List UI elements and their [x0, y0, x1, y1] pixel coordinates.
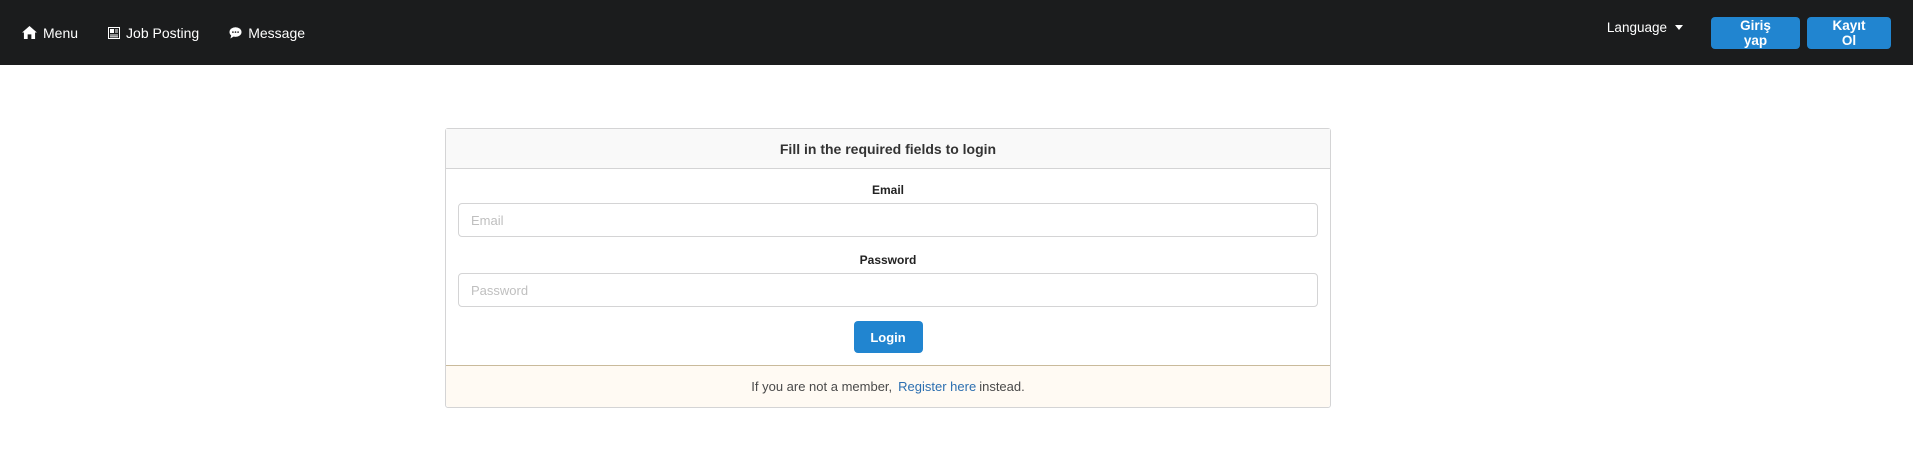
- email-field[interactable]: [458, 203, 1318, 237]
- nav-item-menu[interactable]: Menu: [22, 25, 78, 41]
- login-button[interactable]: Login: [853, 321, 923, 353]
- nav-item-label: Menu: [43, 24, 79, 41]
- nav-item-label: Job Posting: [126, 24, 200, 41]
- login-form: Email Password Login: [446, 169, 1330, 365]
- newspaper-icon: [108, 26, 121, 39]
- nav-item-label: Message: [248, 24, 306, 41]
- password-label: Password: [859, 253, 917, 267]
- nav-item-message[interactable]: Message: [229, 25, 305, 41]
- register-message-text: If you are not a member,: [751, 379, 893, 394]
- login-nav-button[interactable]: Giriş yap: [1711, 16, 1800, 49]
- register-nav-button[interactable]: Kayıt Ol: [1807, 16, 1891, 49]
- register-message-suffix: instead.: [979, 379, 1025, 394]
- language-label: Language: [1606, 20, 1667, 35]
- register-link[interactable]: Register here: [898, 379, 976, 394]
- login-card: Fill in the required fields to login Ema…: [445, 128, 1331, 408]
- email-label: Email: [871, 183, 904, 197]
- password-field[interactable]: [458, 273, 1318, 307]
- language-dropdown[interactable]: Language: [1607, 20, 1683, 35]
- top-navbar: Menu Job Posting Message Language Giriş …: [0, 0, 1913, 65]
- nav-item-job-posting[interactable]: Job Posting: [108, 25, 199, 41]
- home-icon: [22, 26, 37, 39]
- nav-left: Menu Job Posting Message: [22, 25, 305, 41]
- caret-down-icon: [1675, 25, 1683, 30]
- nav-right: Language Giriş yap Kayıt Ol: [1607, 16, 1891, 49]
- login-card-header: Fill in the required fields to login: [446, 129, 1330, 169]
- comment-icon: [229, 26, 242, 39]
- register-message: If you are not a member, Register here i…: [446, 365, 1330, 407]
